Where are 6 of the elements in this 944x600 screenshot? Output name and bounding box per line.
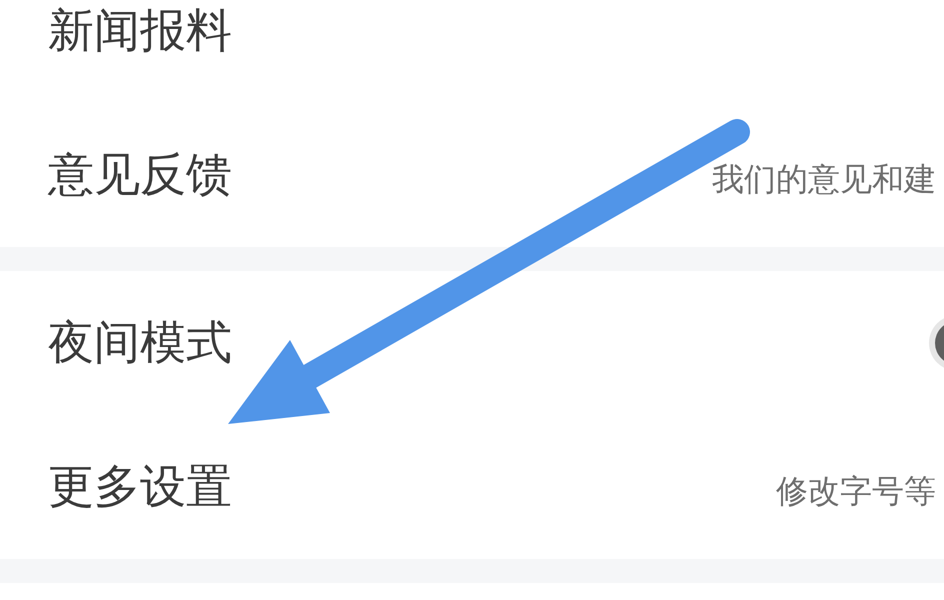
setting-label[interactable]: 更多设置 (48, 459, 232, 515)
setting-label[interactable]: 夜间模式 (48, 315, 232, 371)
setting-description: 修改字号等 (776, 475, 936, 507)
setting-description: 我们的意见和建 (712, 163, 936, 195)
setting-label[interactable]: 新闻报料 (48, 3, 232, 59)
setting-label[interactable]: 意见反馈 (48, 147, 232, 203)
